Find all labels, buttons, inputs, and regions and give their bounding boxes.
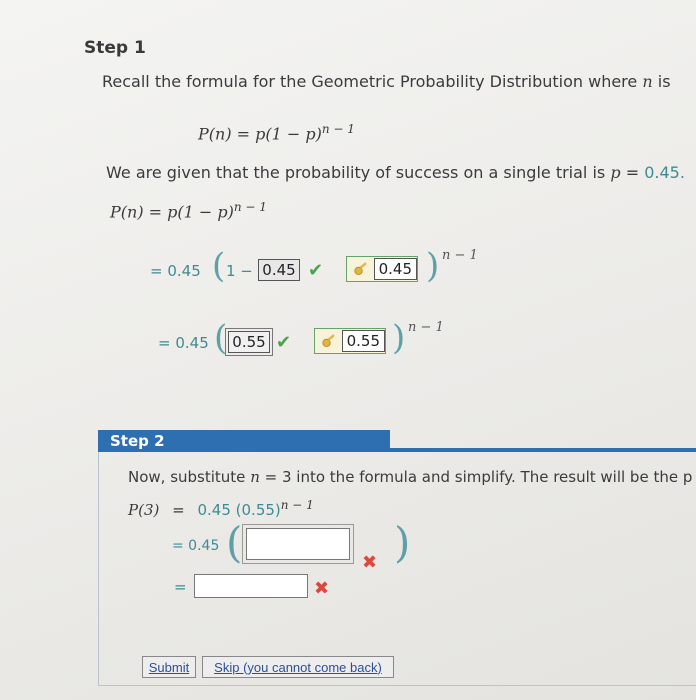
step2-line2-prefix: = xyxy=(174,578,187,596)
formula-lhs: P(n) = p(1 − p) xyxy=(198,124,322,144)
step2-panel xyxy=(98,452,696,686)
line1-open-paren: ( xyxy=(212,246,226,286)
submit-button[interactable]: Submit xyxy=(142,656,196,678)
step2-input-2[interactable] xyxy=(194,574,308,598)
step2-text-pre: Now, substitute xyxy=(128,468,246,486)
step2-input-1[interactable] xyxy=(246,528,350,560)
line1-minus: 1 − xyxy=(226,262,253,280)
recall-tail: is xyxy=(657,72,671,91)
p3-eq: = xyxy=(172,501,185,519)
recall-sentence: Recall the formula for the Geometric Pro… xyxy=(102,72,671,91)
line2-hint-box[interactable]: 0.55 xyxy=(314,328,386,354)
given-eq: = xyxy=(625,163,640,182)
cross-icon: ✖ xyxy=(314,578,330,599)
p3-expression: P(3) = 0.45 (0.55)n − 1 xyxy=(128,498,314,519)
line2-answer-box[interactable]: 0.55 xyxy=(225,328,273,356)
key-icon xyxy=(322,334,335,347)
line1-hint-value: 0.45 xyxy=(373,258,417,280)
line1-prefix: = 0.45 xyxy=(150,262,201,280)
step2-var: n xyxy=(250,468,260,486)
p3-lhs: P(3) xyxy=(128,501,160,519)
recall-text: Recall the formula for the Geometric Pro… xyxy=(102,72,638,91)
step2-close-paren: ) xyxy=(394,518,411,567)
cross-icon: ✖ xyxy=(362,552,378,573)
p3-exponent: n − 1 xyxy=(280,498,314,512)
geometric-formula: P(n) = p(1 − p)n − 1 xyxy=(198,122,355,143)
check-icon: ✔ xyxy=(308,260,324,281)
step2-open-paren: ( xyxy=(226,518,243,567)
formula-restated: P(n) = p(1 − p)n − 1 xyxy=(110,200,267,221)
formula2-exponent: n − 1 xyxy=(233,200,267,214)
line1-exponent: n − 1 xyxy=(442,248,478,263)
check-icon: ✔ xyxy=(276,332,292,353)
given-value: 0.45. xyxy=(644,163,685,182)
given-var: p xyxy=(610,163,621,182)
step2-header: Step 2 xyxy=(98,430,390,452)
line2-prefix: = 0.45 xyxy=(158,334,209,352)
p3-rhs: 0.45 (0.55) xyxy=(197,501,281,519)
recall-var: n xyxy=(642,72,653,91)
given-text: We are given that the probability of suc… xyxy=(106,163,606,182)
line2-exponent: n − 1 xyxy=(408,320,444,335)
line2-close-paren: ) xyxy=(392,318,406,358)
line1-hint-box[interactable]: 0.45 xyxy=(346,256,418,282)
line1-answer-box[interactable]: 0.45 xyxy=(258,259,300,281)
step2-sentence: Now, substitute n = 3 into the formula a… xyxy=(128,468,692,486)
skip-button[interactable]: Skip (you cannot come back) xyxy=(202,656,394,678)
line2-open-paren: ( xyxy=(214,318,228,358)
line2-hint-value: 0.55 xyxy=(341,330,385,352)
key-icon xyxy=(354,262,367,275)
step2-line1-prefix: = 0.45 xyxy=(172,538,220,554)
formula-exponent: n − 1 xyxy=(321,122,355,136)
line1-close-paren: ) xyxy=(426,246,440,286)
given-sentence: We are given that the probability of suc… xyxy=(106,163,685,182)
formula2-lhs: P(n) = p(1 − p) xyxy=(110,202,234,222)
step2-text-eq: = 3 into the formula and simplify. The r… xyxy=(264,468,693,486)
step1-title: Step 1 xyxy=(84,38,146,58)
